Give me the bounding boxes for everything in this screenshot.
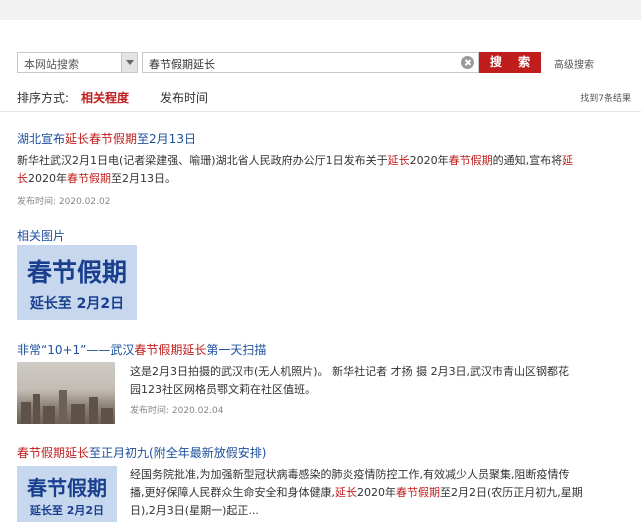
banner-text-sub: 延长至 2月2日: [29, 504, 105, 517]
result-thumbnail-photo[interactable]: [17, 362, 115, 424]
sort-label: 排序方式:: [17, 91, 70, 105]
related-image-thumbnail[interactable]: 春节假期 延长至 2月2日: [17, 245, 137, 320]
related-images-label[interactable]: 相关图片: [17, 227, 65, 244]
result-title-2[interactable]: 非常“10+1”——武汉春节假期延长第一天扫描: [17, 341, 266, 358]
sort-bar: 排序方式: 相关程度 发布时间 找到7条结果: [17, 89, 631, 105]
result-snippet-1: 新华社武汉2月1日电(记者梁建强、喻珊)湖北省人民政府办公厅1日发布关于延长20…: [17, 154, 574, 185]
search-button[interactable]: 搜 索: [479, 52, 541, 73]
result-snippet-2: 这是2月3日拍摄的武汉市(无人机照片)。 新华社记者 才扬 摄 2月3日,武汉市…: [130, 365, 570, 396]
sort-by-relevance[interactable]: 相关程度: [81, 89, 129, 106]
result-date-1: 发布时间: 2020.02.02: [17, 197, 111, 207]
result-thumbnail-banner[interactable]: 春节假期 延长至 2月2日: [17, 466, 117, 522]
search-bar: 本网站搜索 春节假期延长 搜 索 高级搜索: [17, 52, 627, 74]
top-bar: [0, 0, 641, 20]
banner-text-sub: 延长至 2月2日: [29, 296, 125, 312]
banner-text-main: 春节假期: [26, 258, 127, 287]
search-query-text: 春节假期延长: [149, 58, 215, 71]
clear-icon[interactable]: [461, 56, 474, 69]
search-scope-select[interactable]: 本网站搜索: [17, 52, 138, 73]
dropdown-arrow-icon[interactable]: [121, 53, 137, 72]
sort-by-time[interactable]: 发布时间: [160, 89, 208, 106]
result-date-2: 发布时间: 2020.02.04: [130, 406, 224, 416]
result-snippet-3: 经国务院批准,为加强新型冠状病毒感染的肺炎疫情防控工作,有效减少人员聚集,阻断疫…: [130, 468, 583, 517]
search-scope-value: 本网站搜索: [24, 58, 79, 71]
result-title-1[interactable]: 湖北宣布延长春节假期至2月13日: [17, 130, 196, 147]
result-title-3[interactable]: 春节假期延长至正月初九(附全年最新放假安排): [17, 444, 266, 461]
banner-text-main: 春节假期: [27, 476, 107, 500]
advanced-search-link[interactable]: 高级搜索: [554, 56, 594, 71]
search-input[interactable]: 春节假期延长: [142, 52, 479, 73]
divider: [0, 111, 641, 112]
result-count: 找到7条结果: [580, 94, 631, 104]
